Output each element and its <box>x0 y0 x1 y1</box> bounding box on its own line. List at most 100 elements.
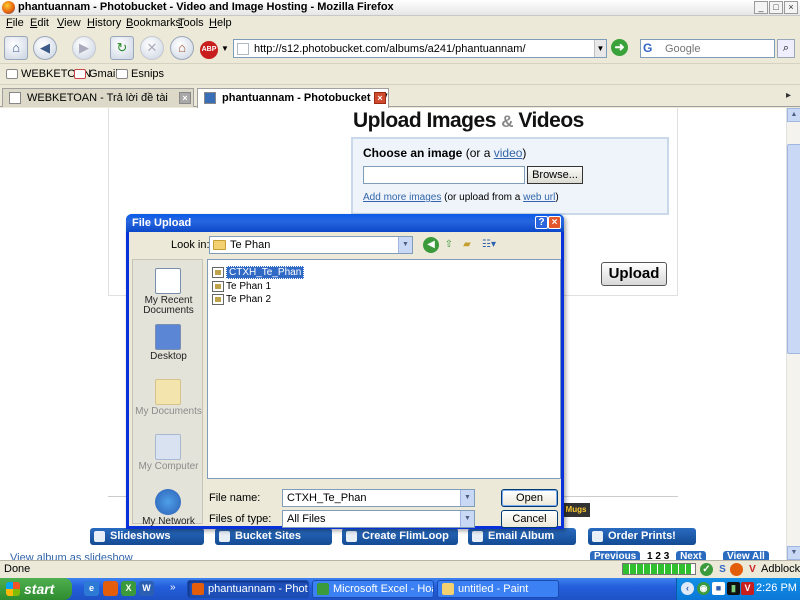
menu-help[interactable]: Help <box>209 17 232 29</box>
back-folder-icon[interactable]: ◀ <box>423 237 439 253</box>
address-bar[interactable]: http://s12.photobucket.com/albums/a241/p… <box>233 39 607 58</box>
home-tools-icon[interactable]: ⌂ <box>4 36 28 60</box>
bucket-sites-button[interactable]: Bucket Sites <box>215 528 332 545</box>
next-button[interactable]: Next <box>676 551 706 560</box>
place-my-computer[interactable]: My Computer <box>133 430 204 485</box>
file-item[interactable]: CTXH_Te_Phan <box>212 266 305 279</box>
firefox-quicklaunch-icon[interactable] <box>103 581 118 596</box>
previous-button[interactable]: Previous <box>590 551 641 560</box>
start-button[interactable]: start <box>0 578 72 600</box>
tab-close-icon[interactable]: × <box>179 92 191 104</box>
up-folder-icon[interactable]: ⇧ <box>441 237 457 253</box>
vertical-scrollbar[interactable]: ▲ ▼ <box>786 108 800 560</box>
v-addon-icon[interactable]: V <box>746 563 759 576</box>
mugs-badge[interactable]: Mugs <box>562 503 590 517</box>
reload-icon[interactable]: ↻ <box>110 36 134 60</box>
place-desktop[interactable]: Desktop <box>133 320 204 375</box>
add-more-images-link[interactable]: Add more images <box>363 192 441 203</box>
google-icon[interactable]: G <box>643 41 657 56</box>
file-path-input[interactable] <box>363 166 525 184</box>
video-link[interactable]: video <box>494 146 523 160</box>
dialog-close-button[interactable]: × <box>548 216 561 229</box>
s-addon-icon[interactable]: S <box>716 563 729 576</box>
menu-edit[interactable]: Edit <box>30 17 49 29</box>
create-flimloop-button[interactable]: Create FlimLoop <box>342 528 458 545</box>
taskbar-paint[interactable]: untitled - Paint <box>437 580 559 598</box>
file-item[interactable]: Te Phan 2 <box>212 293 271 306</box>
page-numbers[interactable]: 1 2 3 <box>643 551 673 560</box>
menu-tools[interactable]: Tools <box>178 17 204 29</box>
tab-label: WEBKETOAN - Trả lời đề tài <box>27 92 168 104</box>
place-my-network[interactable]: My Network <box>133 485 204 540</box>
tray-network-icon[interactable]: ◉ <box>697 582 710 595</box>
address-url[interactable]: http://s12.photobucket.com/albums/a241/p… <box>254 43 526 55</box>
tab-webketoan[interactable]: WEBKETOAN - Trả lời đề tài × <box>2 88 194 107</box>
web-url-link[interactable]: web url <box>523 192 555 203</box>
file-list[interactable]: CTXH_Te_Phan Te Phan 1 Te Phan 2 <box>207 259 561 479</box>
file-name-input[interactable]: CTXH_Te_Phan ▼ <box>282 489 475 507</box>
tray-app-icon[interactable]: ■ <box>712 582 725 595</box>
menu-bookmarks[interactable]: Bookmarks <box>126 17 181 29</box>
new-folder-icon[interactable]: ▰ <box>459 237 475 253</box>
email-album-button[interactable]: Email Album <box>468 528 576 545</box>
file-item[interactable]: Te Phan 1 <box>212 280 271 293</box>
place-my-documents[interactable]: My Documents <box>133 375 204 430</box>
tray-antivirus-icon[interactable]: V <box>741 582 754 595</box>
search-icon[interactable]: ⌕ <box>777 39 795 58</box>
tray-monitor-icon[interactable]: ▮ <box>727 582 740 595</box>
search-box[interactable]: G <box>640 39 775 58</box>
upload-button[interactable]: Upload <box>601 262 667 286</box>
pagination: Previous 1 2 3 Next <box>590 551 706 560</box>
menu-view[interactable]: View <box>57 17 81 29</box>
place-recent-documents[interactable]: My Recent Documents <box>133 264 204 319</box>
taskbar-firefox[interactable]: phantuannam - Photo... <box>187 580 309 598</box>
view-all-button[interactable]: View All <box>723 551 769 560</box>
dialog-title-bar[interactable]: File Upload ? × <box>126 214 564 232</box>
back-button[interactable]: ◀ <box>33 36 57 60</box>
firefox-addon-icon[interactable] <box>730 563 743 576</box>
maximize-button[interactable]: □ <box>769 1 783 14</box>
heading-videos: Videos <box>518 109 584 132</box>
adblock-dropdown-icon[interactable]: ▼ <box>221 44 229 53</box>
file-type-select[interactable]: All Files ▼ <box>282 510 475 528</box>
menu-history[interactable]: History <box>87 17 121 29</box>
excel-quicklaunch-icon[interactable]: X <box>121 581 136 596</box>
stop-icon[interactable]: ✕ <box>140 36 164 60</box>
quicklaunch-expand-icon[interactable]: » <box>170 582 176 593</box>
look-in-dropdown[interactable]: Te Phan ▼ <box>209 236 413 254</box>
scroll-up-icon[interactable]: ▲ <box>787 108 800 122</box>
bookmark-esnips[interactable]: Esnips <box>116 68 164 80</box>
cancel-button[interactable]: Cancel <box>501 510 558 528</box>
chevron-down-icon[interactable]: ▼ <box>460 511 474 527</box>
search-input[interactable] <box>665 41 773 56</box>
forward-button[interactable]: ▶ <box>72 36 96 60</box>
view-slideshow-link[interactable]: View album as slideshow <box>10 552 133 560</box>
bookmark-gmail[interactable]: Gmail <box>74 68 118 80</box>
security-icon[interactable]: ✓ <box>700 563 713 576</box>
minimize-button[interactable]: _ <box>754 1 768 14</box>
word-quicklaunch-icon[interactable]: W <box>139 581 154 596</box>
chevron-down-icon[interactable]: ▼ <box>460 490 474 506</box>
dialog-help-button[interactable]: ? <box>535 216 548 229</box>
tab-list-icon[interactable]: ▸ <box>786 90 791 101</box>
view-menu-icon[interactable]: ☷▾ <box>479 237 499 253</box>
order-prints-button[interactable]: Order Prints! <box>588 528 696 545</box>
adblock-plus-icon[interactable]: ABP <box>200 41 218 59</box>
scrollbar-thumb[interactable] <box>787 144 800 354</box>
taskbar-label: phantuannam - Photo... <box>208 583 308 595</box>
close-window-button[interactable]: × <box>784 1 798 14</box>
ie-quicklaunch-icon[interactable]: e <box>84 581 99 596</box>
scroll-down-icon[interactable]: ▼ <box>787 546 800 560</box>
tray-collapse-icon[interactable]: ‹ <box>681 582 694 595</box>
browse-button[interactable]: Browse... <box>527 166 583 184</box>
open-button[interactable]: Open <box>501 489 558 507</box>
adblock-status[interactable]: Adblock <box>761 563 800 575</box>
go-arrow-icon[interactable]: ➜ <box>611 39 628 56</box>
address-dropdown-icon[interactable]: ▼ <box>594 40 606 57</box>
taskbar-excel[interactable]: Microsoft Excel - Hoa ... <box>312 580 434 598</box>
menu-file[interactable]: File <box>6 17 24 29</box>
tab-close-icon[interactable]: × <box>374 92 386 104</box>
tab-photobucket[interactable]: phantuannam - Photobucket - Vi... × <box>197 88 389 108</box>
chevron-down-icon[interactable]: ▼ <box>398 237 412 253</box>
home-icon[interactable]: ⌂ <box>170 36 194 60</box>
